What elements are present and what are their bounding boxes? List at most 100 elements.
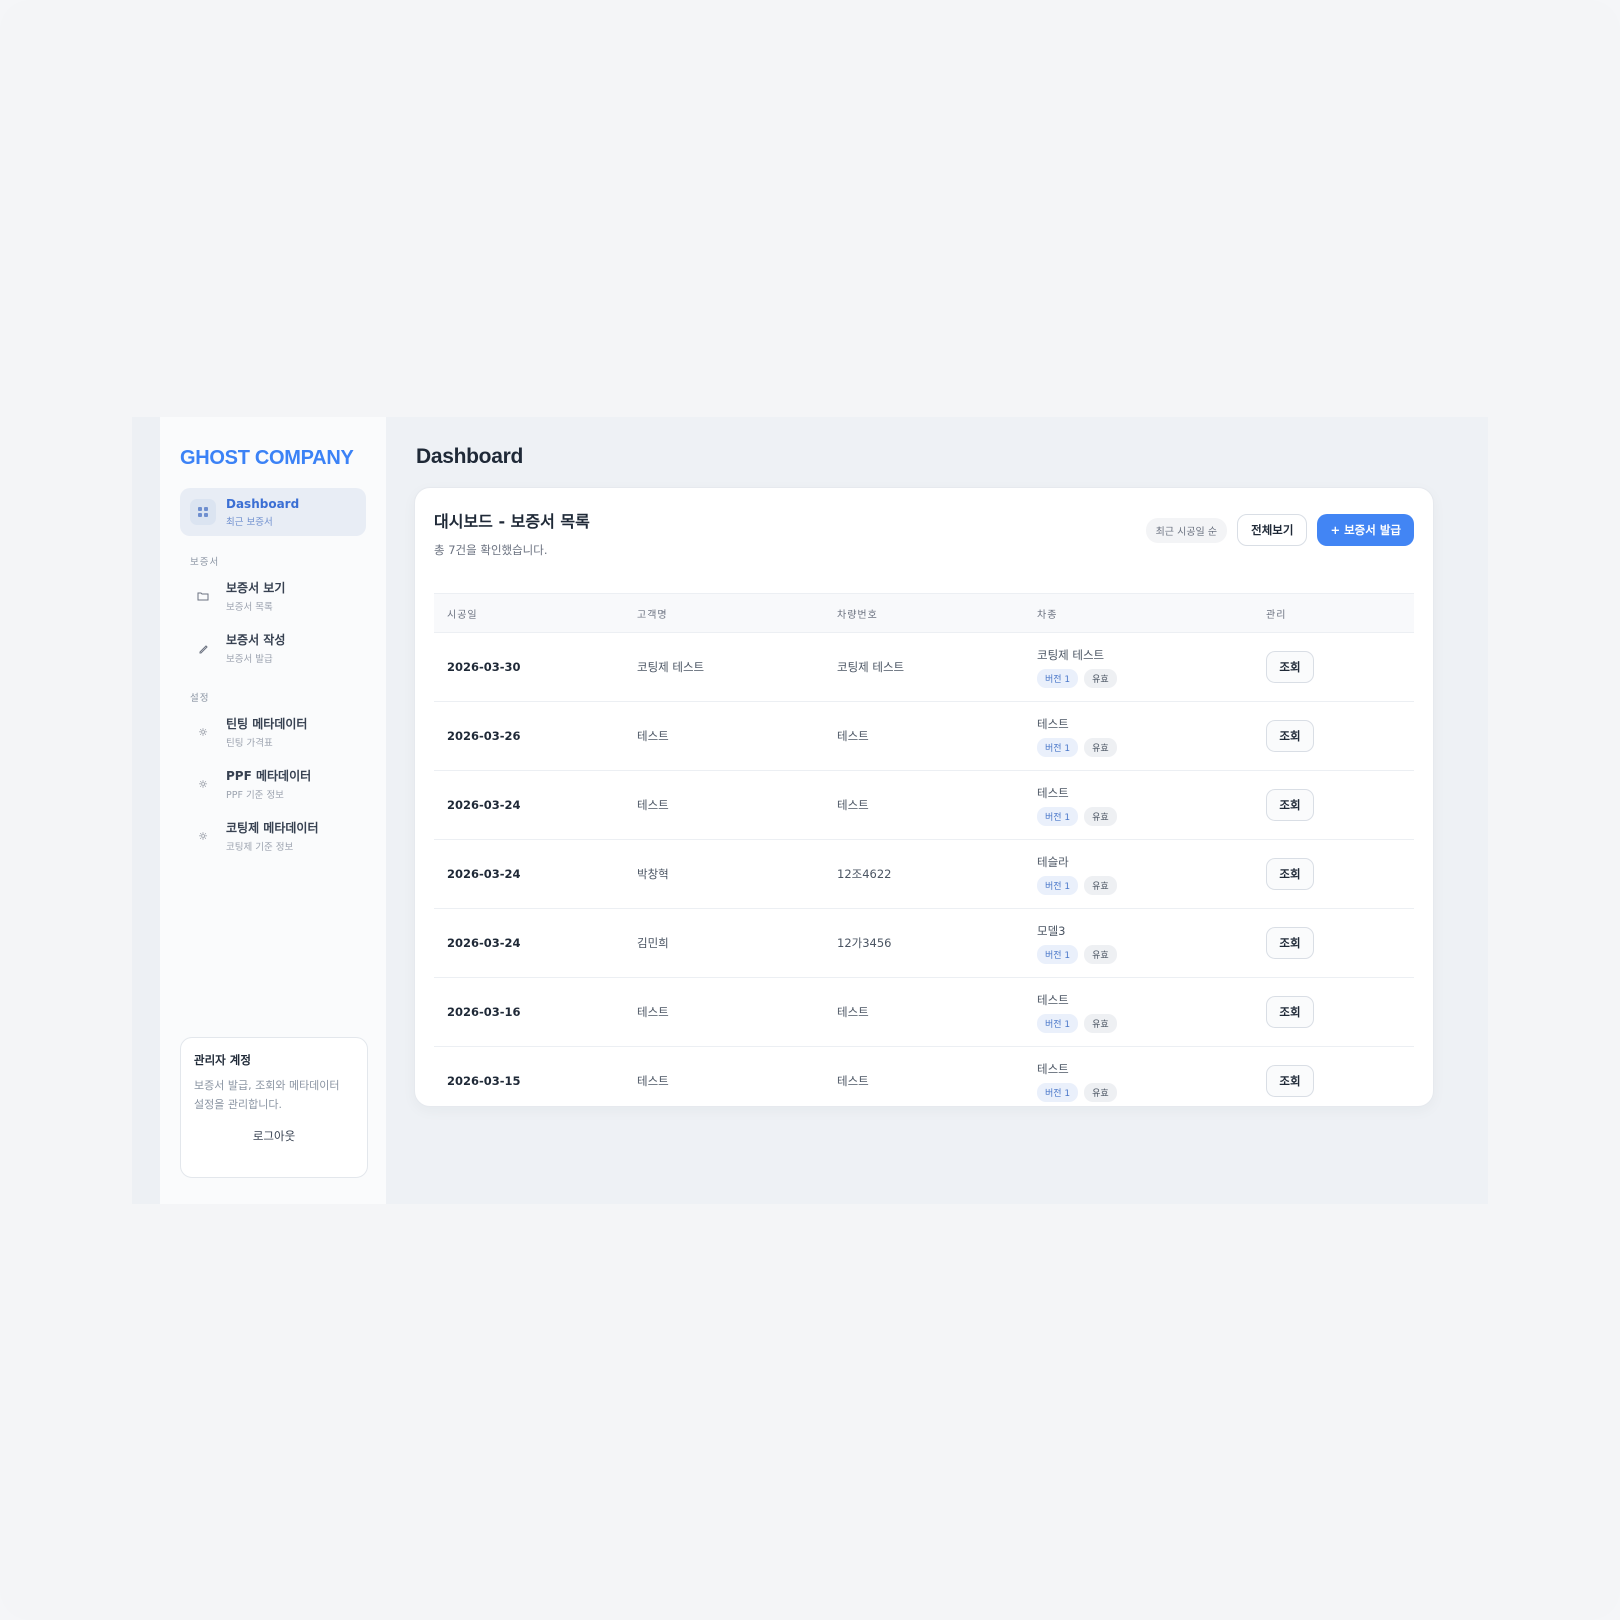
sidebar-item-sub: 코팅제 기준 정보: [226, 842, 294, 853]
card-actions: 최근 시공일 순 전체보기 + 보증서 발급: [1145, 514, 1414, 546]
cell-plate: 테스트: [824, 770, 1024, 840]
status-badge: 유효: [1084, 737, 1117, 757]
version-badge: 버전 1: [1037, 806, 1079, 826]
status-badge: 유효: [1084, 944, 1117, 964]
sidebar-item-label: 보증서 작성: [226, 633, 286, 647]
view-all-button[interactable]: 전체보기: [1237, 514, 1308, 546]
admin-title: 관리자 계정: [194, 1053, 251, 1067]
cell-customer: 테스트: [637, 1074, 669, 1089]
screen-frame: GHOST COMPANY Dashboard 최근 보증서 보증서 보증서 보…: [0, 0, 1620, 1620]
column-header-model[interactable]: 차종: [1024, 594, 1253, 633]
admin-desc-line: 보증서 발급, 조회와 메타데이터: [194, 1079, 340, 1092]
sidebar-item-sub: 보증서 발급: [226, 654, 273, 665]
cell-plate: 12가3456: [824, 908, 1024, 978]
version-badge: 버전 1: [1037, 1013, 1079, 1033]
table-row[interactable]: 2026-03-24 김민희 12가3456 모델3 버전 1 유효 조회: [434, 908, 1414, 978]
card-header: 대시보드 - 보증서 목록 총 7건을 확인했습니다. 최근 시공일 순 전체보…: [434, 508, 1414, 593]
sidebar-item-label: 보증서 보기: [226, 581, 286, 595]
cell-customer: 코팅제 테스트: [624, 632, 824, 702]
table-row[interactable]: 2026-03-15 테스트 테스트 테스트 버전 1 유효 조회: [434, 1047, 1414, 1116]
sidebar-item-coating-metadata[interactable]: ☼ 코팅제 메타데이터 코팅제 기준 정보: [180, 812, 366, 860]
result-count: 총 7건을 확인했습니다.: [434, 543, 548, 557]
pencil-icon: [190, 635, 216, 661]
cell-model: 테스트 버전 1 유효: [1024, 1047, 1253, 1116]
cell-actions: 조회: [1253, 908, 1414, 978]
sidebar-item-label: PPF 메타데이터: [226, 769, 312, 783]
cell-plate: 코팅제 테스트: [824, 632, 1024, 702]
cell-date: 2026-03-26: [434, 701, 624, 771]
view-button[interactable]: 조회: [1266, 1065, 1314, 1098]
cell-plate: 테스트: [824, 977, 1024, 1047]
sidebar-item-tinting-metadata[interactable]: ☼ 틴팅 메타데이터 틴팅 가격표: [180, 708, 366, 756]
cell-customer: 테스트: [624, 977, 824, 1047]
logout-button[interactable]: 로그아웃: [194, 1128, 354, 1144]
table-row[interactable]: 2026-03-26 테스트 테스트 테스트버전 1 유효 조회: [434, 701, 1414, 771]
version-badge: 버전 1: [1037, 1082, 1079, 1102]
cell-model: 코팅제 테스트버전 1 유효: [1024, 632, 1253, 702]
gear-icon: ☼: [198, 725, 208, 739]
status-badge: 유효: [1084, 875, 1117, 895]
status-badge: 유효: [1084, 1013, 1117, 1033]
view-button[interactable]: 조회: [1266, 651, 1314, 683]
cell-customer: 테스트: [624, 701, 824, 771]
sidebar-item-dashboard[interactable]: Dashboard 최근 보증서: [180, 488, 366, 536]
table-row[interactable]: 2026-03-30 코팅제 테스트 코팅제 테스트 코팅제 테스트 버전 1 유효…: [434, 632, 1414, 702]
status-badge: 유효: [1084, 668, 1117, 688]
model-name: 코팅제 테스트: [1037, 647, 1105, 662]
column-header-customer[interactable]: 고객명: [624, 594, 824, 633]
cell-customer: 테스트: [624, 770, 824, 840]
model-name: 모델3: [1037, 923, 1066, 938]
cell-actions: 조회: [1253, 1047, 1414, 1116]
cell-model: 테스트버전 1 유효: [1024, 977, 1253, 1047]
cell-customer: 박창혁: [624, 839, 824, 909]
cell-actions: 조회: [1253, 839, 1414, 909]
table-row[interactable]: 2026-03-24 박창혁 12조4622 테슬라 버전 1 유효 조회: [434, 839, 1414, 909]
view-button[interactable]: 조회: [1266, 927, 1314, 959]
cell-actions: 조회: [1253, 701, 1414, 771]
view-button[interactable]: 조회: [1266, 858, 1314, 890]
folder-icon: [190, 583, 216, 609]
sidebar-item-sub: 보증서 목록: [226, 602, 273, 613]
issue-warranty-button[interactable]: + 보증서 발급: [1317, 514, 1414, 546]
cell-plate: 테스트: [824, 701, 1024, 771]
column-header-date[interactable]: 시공일: [434, 594, 624, 633]
model-name: 테슬라: [1037, 854, 1069, 869]
cell-model: 모델3 버전 1 유효: [1024, 908, 1253, 978]
view-button[interactable]: 조회: [1266, 720, 1314, 752]
cell-date: 2026-03-15: [447, 1074, 521, 1089]
cell-actions: 조회: [1253, 632, 1414, 702]
version-badge: 버전 1: [1037, 875, 1079, 895]
gear-icon: ☼: [198, 829, 208, 843]
cell-actions: 조회: [1253, 977, 1414, 1047]
cell-date: 2026-03-24: [434, 770, 624, 840]
version-badge: 버전 1: [1037, 737, 1079, 757]
card-title: 대시보드 - 보증서 목록: [434, 512, 590, 531]
sort-chip[interactable]: 최근 시공일 순: [1145, 517, 1228, 543]
warranty-table: 시공일 고객명 차량번호 차종 관리 2026-03-30 코팅제 테스트 코팅…: [434, 593, 1414, 1116]
version-badge: 버전 1: [1037, 668, 1079, 688]
cell-model: 테스트 버전 1 유효: [1024, 770, 1253, 840]
brand-logo[interactable]: GHOST COMPANY: [180, 447, 366, 470]
status-badge: 유효: [1084, 806, 1117, 826]
column-header-plate[interactable]: 차량번호: [824, 594, 1024, 633]
model-name: 테스트: [1037, 992, 1069, 1007]
view-button[interactable]: 조회: [1266, 789, 1314, 821]
model-name: 테스트: [1037, 716, 1069, 731]
sidebar-item-warranty-write[interactable]: 보증서 작성 보증서 발급: [180, 624, 366, 672]
table-header-row: 시공일 고객명 차량번호 차종 관리: [434, 593, 1414, 633]
sidebar-item-label: Dashboard: [226, 496, 300, 511]
sidebar-item-sub: PPF 기준 정보: [226, 790, 284, 801]
gear-icon: ☼: [198, 777, 208, 791]
cell-model: 테스트버전 1 유효: [1024, 701, 1253, 771]
table-row[interactable]: 2026-03-16 테스트 테스트 테스트 버전 1 유효 조회: [434, 977, 1414, 1047]
sidebar-item-ppf-metadata[interactable]: ☼ PPF 메타데이터 PPF 기준 정보: [180, 760, 366, 808]
version-badge: 버전 1: [1037, 944, 1079, 964]
app-window: GHOST COMPANY Dashboard 최근 보증서 보증서 보증서 보…: [132, 417, 1488, 1204]
cell-date: 2026-03-24: [434, 839, 624, 909]
left-gutter: [132, 417, 160, 1204]
sidebar-item-sub: 틴팅 가격표: [226, 738, 273, 749]
warranty-list-card: 대시보드 - 보증서 목록 총 7건을 확인했습니다. 최근 시공일 순 전체보…: [414, 487, 1434, 1107]
table-row[interactable]: 2026-03-24 테스트 테스트 테스트 버전 1 유효 조회: [434, 770, 1414, 840]
view-button[interactable]: 조회: [1266, 996, 1314, 1028]
sidebar-item-warranty-view[interactable]: 보증서 보기 보증서 목록: [180, 572, 366, 620]
